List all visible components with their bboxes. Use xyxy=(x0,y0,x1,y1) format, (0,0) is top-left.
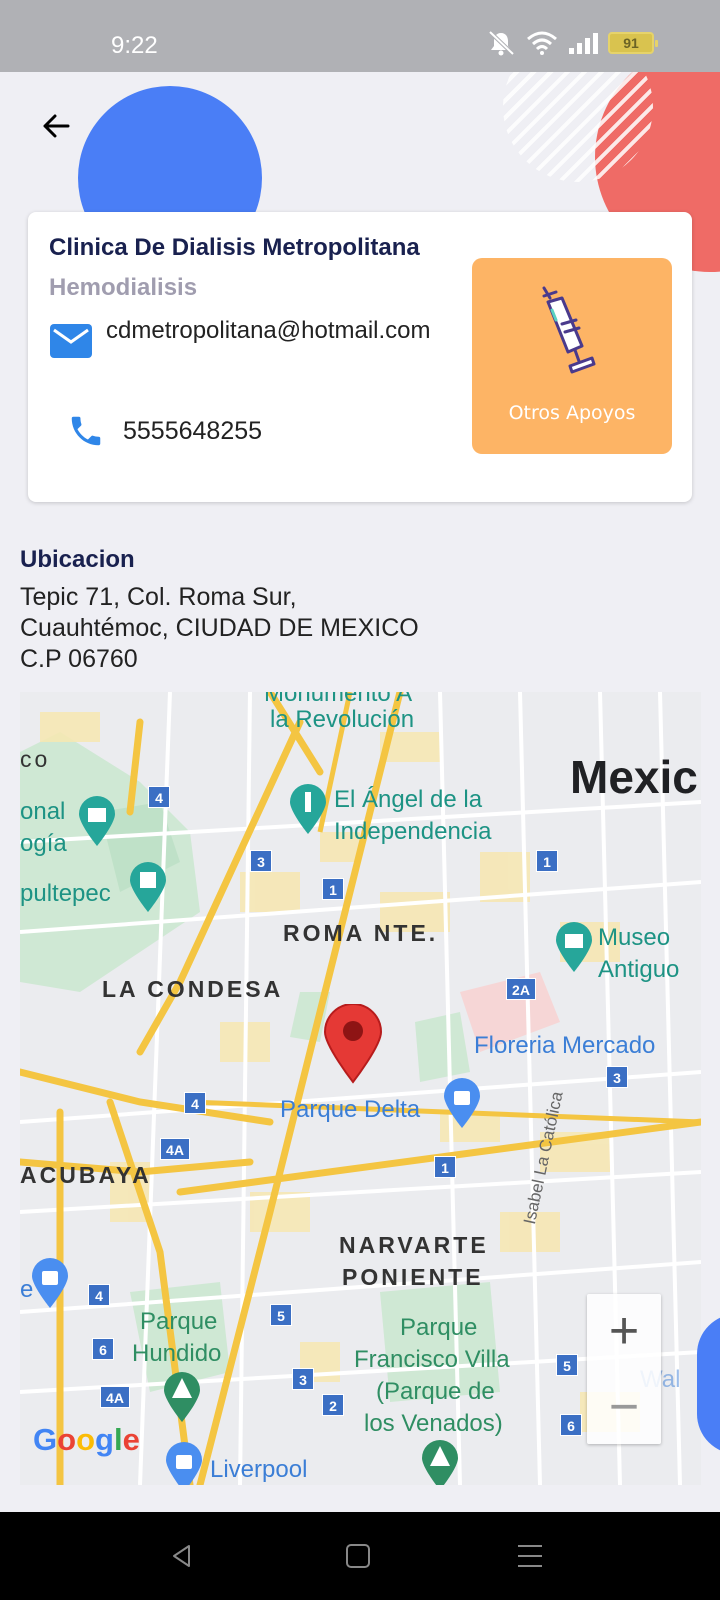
map-label-tacubaya: ACUBAYA xyxy=(20,1162,152,1188)
nav-home-button[interactable] xyxy=(336,1534,380,1578)
map-label-angel-1: El Ángel de la xyxy=(334,786,483,813)
route-shield: 3 xyxy=(250,850,272,872)
arrow-left-icon xyxy=(43,114,70,138)
nav-back-button[interactable] xyxy=(160,1534,204,1578)
map-label-revolucion: la Revolución xyxy=(270,706,415,733)
route-shield: 3 xyxy=(292,1368,314,1390)
otros-apoyos-label: Otros Apoyos xyxy=(508,402,636,424)
map-label-condesa: LA CONDESA xyxy=(102,976,284,1002)
shopping-bag-icon xyxy=(444,1078,480,1128)
status-time: 9:22 xyxy=(111,32,158,59)
signal-icon xyxy=(569,33,598,54)
system-nav-bar xyxy=(0,1512,720,1600)
syringe-icon xyxy=(542,286,596,374)
castle-icon xyxy=(130,862,166,912)
address-line-2: Cuauhtémoc, CIUDAD DE MEXICO xyxy=(20,614,419,642)
route-shield: 1 xyxy=(322,878,344,900)
clinic-detail-screen: Clinica De Dialisis Metropolitana Hemodi… xyxy=(0,72,720,1512)
museum-icon xyxy=(79,796,115,846)
map-zoom-controls: + − xyxy=(587,1294,661,1444)
clinic-phone[interactable]: 5555648255 xyxy=(123,417,262,446)
map-label-museo-2: Antiguo xyxy=(598,956,680,983)
map-label-floreria: Floreria Mercado xyxy=(474,1032,656,1059)
map-label-villa-2: Francisco Villa xyxy=(354,1346,510,1373)
museum-icon xyxy=(556,922,592,972)
nav-menu-button[interactable] xyxy=(508,1534,552,1578)
address-line-1: Tepic 71, Col. Roma Sur, xyxy=(20,583,297,611)
google-logo: Google xyxy=(33,1422,140,1457)
map-label-liverpool: Liverpool xyxy=(210,1456,308,1483)
map-label-parque-hundido-2: Hundido xyxy=(132,1340,222,1367)
map-label-chapultepec: pultepec xyxy=(20,880,111,907)
map-label-onal: onal xyxy=(20,798,66,825)
route-shield: 1 xyxy=(536,850,558,872)
route-shield: 4A xyxy=(100,1386,130,1408)
clinic-service: Hemodialisis xyxy=(49,274,198,301)
mail-icon xyxy=(50,324,92,358)
clinic-name: Clinica De Dialisis Metropolitana xyxy=(49,234,420,261)
map-pin-icon[interactable] xyxy=(323,1004,383,1084)
route-shield: 5 xyxy=(270,1304,292,1326)
map-label-villa-4: los Venados) xyxy=(364,1410,503,1437)
status-icons: 91 xyxy=(486,30,658,56)
otros-apoyos-button[interactable]: Otros Apoyos xyxy=(472,258,672,454)
location-map[interactable]: Monumento A la Revolución co Mexic onal … xyxy=(20,692,701,1485)
route-shield: 4A xyxy=(160,1138,190,1160)
tree-icon xyxy=(422,1440,458,1485)
status-bar: 9:22 91 xyxy=(0,0,720,72)
mute-icon xyxy=(488,30,515,56)
map-label-villa-1: Parque xyxy=(400,1314,478,1341)
route-shield: 2A xyxy=(506,978,536,1000)
map-label-angel-2: Independencia xyxy=(334,818,492,845)
nav-menu-icon xyxy=(518,1545,542,1567)
map-label-co: co xyxy=(20,746,51,772)
nav-home-icon xyxy=(346,1544,370,1568)
route-shield: 4 xyxy=(184,1092,206,1114)
route-shield: 4 xyxy=(88,1284,110,1306)
map-label-museo-1: Museo xyxy=(598,924,671,951)
map-label-mexico: Mexic xyxy=(570,751,698,803)
phone-icon xyxy=(71,416,101,446)
map-label-roma-nte: ROMA NTE. xyxy=(283,920,439,946)
zoom-in-button[interactable]: + xyxy=(587,1294,661,1368)
map-label-narvarte-2: PONIENTE xyxy=(342,1264,484,1290)
address-line-3: C.P 06760 xyxy=(20,645,138,673)
location-address: Tepic 71, Col. Roma Sur, Cuauhtémoc, CIU… xyxy=(20,582,419,675)
map-label-parque-delta: Parque Delta xyxy=(280,1096,421,1123)
map-label-ogia: ogía xyxy=(20,830,67,857)
route-shield: 3 xyxy=(606,1066,628,1088)
wifi-icon xyxy=(527,31,557,55)
route-shield: 5 xyxy=(556,1354,578,1376)
location-title: Ubicacion xyxy=(20,546,135,573)
map-label-narvarte-1: NARVARTE xyxy=(339,1232,489,1258)
map-label-parque-hundido-1: Parque xyxy=(140,1308,218,1335)
route-shield: 2 xyxy=(322,1394,344,1416)
route-shield: 1 xyxy=(434,1156,456,1178)
nav-back-icon xyxy=(173,1545,190,1567)
zoom-out-button[interactable]: − xyxy=(587,1370,661,1444)
clinic-email[interactable]: cdmetropolitana@hotmail.com xyxy=(106,316,466,345)
route-shield: 6 xyxy=(560,1414,582,1436)
tree-icon xyxy=(164,1372,200,1422)
monument-icon xyxy=(290,784,326,834)
battery-icon: 91 xyxy=(608,32,658,54)
map-label-villa-3: (Parque de xyxy=(376,1378,495,1405)
route-shield: 4 xyxy=(148,786,170,808)
shopping-bag-icon xyxy=(32,1258,68,1308)
clinic-info-card: Clinica De Dialisis Metropolitana Hemodi… xyxy=(28,212,692,502)
route-shield: 6 xyxy=(92,1338,114,1360)
shopping-bag-icon xyxy=(166,1442,202,1485)
back-button[interactable] xyxy=(36,106,76,146)
